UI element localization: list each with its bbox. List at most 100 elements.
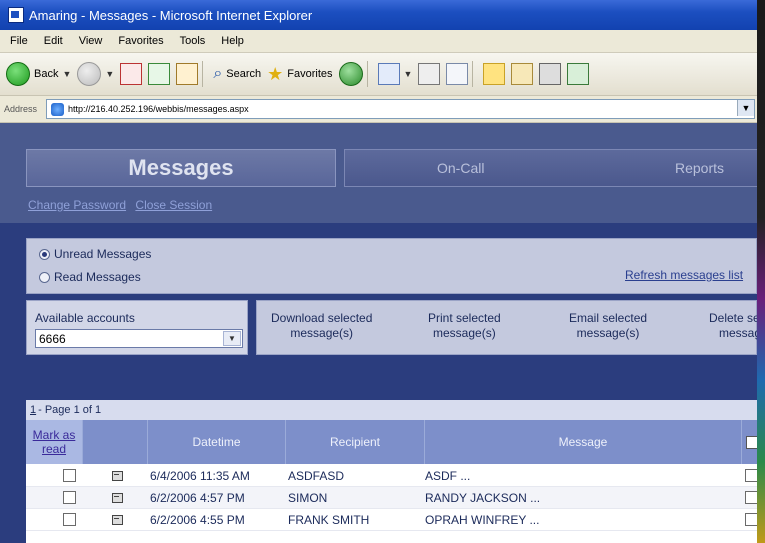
tab-messages[interactable]: Messages — [26, 149, 336, 187]
delete-line2: message(s) — [719, 326, 757, 340]
row-select-checkbox[interactable] — [745, 469, 757, 482]
pager: 1 - Page 1 of 1 — [26, 400, 757, 421]
messenger-button[interactable] — [567, 60, 590, 88]
download-line1: Download selected — [271, 311, 373, 325]
table-row[interactable]: 6/4/2006 11:35 AM ASDFASD ASDF ... — [26, 465, 757, 487]
edit-button[interactable] — [446, 60, 469, 88]
envelope-icon — [112, 514, 123, 525]
delete-selected-button[interactable]: Delete selected message(s) — [709, 311, 757, 341]
refresh-button[interactable] — [148, 60, 171, 88]
forward-button[interactable]: ▼ — [77, 60, 114, 88]
read-option[interactable]: Read Messages — [39, 270, 141, 284]
home-icon — [176, 63, 199, 85]
discuss-button[interactable] — [511, 60, 534, 88]
envelope-cell — [112, 509, 123, 530]
stop-button[interactable] — [120, 60, 143, 88]
envelope-icon — [112, 492, 123, 503]
message-header[interactable]: Message — [425, 420, 742, 464]
forward-dropdown-icon[interactable]: ▼ — [105, 69, 114, 79]
web-page: Messages On-Call Reports Change Password… — [0, 123, 757, 543]
browser-toolbar: Back ▼ ▼ ⌕ Search ★ Favorites ▼ — [0, 53, 757, 96]
recipient-cell: SIMON — [288, 490, 328, 505]
background-edge — [757, 0, 765, 543]
message-filter-panel: Unread Messages Read Messages Refresh me… — [26, 238, 757, 294]
search-icon: ⌕ — [213, 65, 223, 82]
table-row[interactable]: 6/2/2006 4:55 PM FRANK SMITH OPRAH WINFR… — [26, 509, 757, 531]
back-label: Back — [34, 68, 59, 80]
mark-as-read-header[interactable]: Mark as read — [26, 420, 83, 464]
menu-favorites[interactable]: Favorites — [118, 35, 163, 47]
home-button[interactable] — [176, 60, 199, 88]
menu-edit[interactable]: Edit — [44, 35, 63, 47]
unread-label: Unread Messages — [54, 247, 152, 261]
unread-radio[interactable] — [39, 248, 50, 260]
address-bar: Address http://216.40.252.196/webbis/mes… — [0, 96, 757, 123]
history-dropdown-icon[interactable]: ▼ — [404, 69, 413, 79]
research-icon — [539, 63, 562, 85]
browser-window: Amaring - Messages - Microsoft Internet … — [0, 0, 757, 543]
recipient-header[interactable]: Recipient — [286, 420, 425, 464]
message-cell[interactable]: OPRAH WINFREY ... — [425, 509, 539, 530]
toolbar-separator — [366, 61, 368, 87]
change-password-link[interactable]: Change Password — [28, 198, 126, 212]
forward-arrow-icon — [77, 62, 102, 86]
mark-read-checkbox[interactable] — [63, 513, 76, 526]
address-label: Address — [4, 104, 38, 114]
message-cell[interactable]: RANDY JACKSON ... — [425, 487, 540, 508]
datetime-header[interactable]: Datetime — [148, 420, 286, 464]
research-button[interactable] — [539, 60, 562, 88]
discuss-icon — [511, 63, 534, 85]
mark-read-cell — [63, 509, 76, 530]
menu-view[interactable]: View — [79, 35, 103, 47]
table-row[interactable]: 6/2/2006 4:57 PM SIMON RANDY JACKSON ... — [26, 487, 757, 509]
window-title: Amaring - Messages - Microsoft Internet … — [29, 7, 313, 23]
folder-button[interactable] — [483, 60, 506, 88]
mark-as-read-link[interactable]: Mark as read — [32, 428, 76, 456]
menu-file[interactable]: File — [10, 35, 28, 47]
toolbar-separator — [202, 61, 204, 87]
address-dropdown-icon[interactable]: ▼ — [737, 100, 754, 116]
session-links: Change Password Close Session — [28, 198, 218, 212]
search-button[interactable]: ⌕ Search — [213, 60, 261, 88]
page-info: - Page 1 of 1 — [38, 404, 102, 416]
favorites-button[interactable]: ★ Favorites — [267, 60, 332, 88]
media-button[interactable] — [338, 60, 363, 88]
menu-help[interactable]: Help — [221, 35, 244, 47]
favorites-star-icon: ★ — [267, 63, 284, 84]
chevron-down-icon[interactable]: ▼ — [223, 331, 241, 346]
mark-read-checkbox[interactable] — [63, 491, 76, 504]
row-select-checkbox[interactable] — [745, 491, 757, 504]
page-icon — [51, 102, 64, 116]
accounts-select[interactable]: 6666 ▼ — [35, 329, 243, 348]
message-cell[interactable]: ASDF ... — [425, 465, 470, 486]
toolbar-separator — [472, 61, 474, 87]
history-button[interactable]: ▼ — [377, 60, 413, 88]
select-all-header — [742, 420, 757, 464]
page-link[interactable]: 1 — [30, 404, 36, 416]
address-input[interactable]: http://216.40.252.196/webbis/messages.as… — [46, 99, 755, 119]
back-dropdown-icon[interactable]: ▼ — [62, 69, 71, 79]
bulk-actions-panel: Download selected message(s) Print selec… — [256, 300, 757, 355]
menu-tools[interactable]: Tools — [180, 35, 206, 47]
read-radio[interactable] — [39, 271, 50, 283]
select-all-checkbox[interactable] — [745, 435, 757, 449]
grid-header: Mark as read Datetime Recipient Message — [26, 420, 757, 464]
mark-read-checkbox[interactable] — [63, 469, 76, 482]
back-button[interactable]: Back ▼ — [6, 60, 71, 88]
download-selected-button[interactable]: Download selected message(s) — [271, 311, 372, 341]
tab-messages-label: Messages — [128, 155, 234, 180]
unread-option[interactable]: Unread Messages — [39, 247, 151, 261]
close-session-link[interactable]: Close Session — [135, 198, 212, 212]
download-line2: message(s) — [290, 326, 354, 340]
folder-icon — [483, 63, 506, 85]
envelope-cell — [112, 465, 123, 486]
print-selected-button[interactable]: Print selected message(s) — [428, 311, 501, 341]
recipient-cell: FRANK SMITH — [288, 512, 370, 527]
print-button[interactable] — [418, 60, 441, 88]
refresh-messages-link[interactable]: Refresh messages list — [625, 268, 743, 282]
tab-reports[interactable]: Reports — [675, 150, 724, 186]
row-select-checkbox[interactable] — [745, 513, 757, 526]
email-selected-button[interactable]: Email selected message(s) — [569, 311, 647, 341]
select-cell — [745, 465, 757, 486]
tab-on-call[interactable]: On-Call — [437, 150, 484, 186]
